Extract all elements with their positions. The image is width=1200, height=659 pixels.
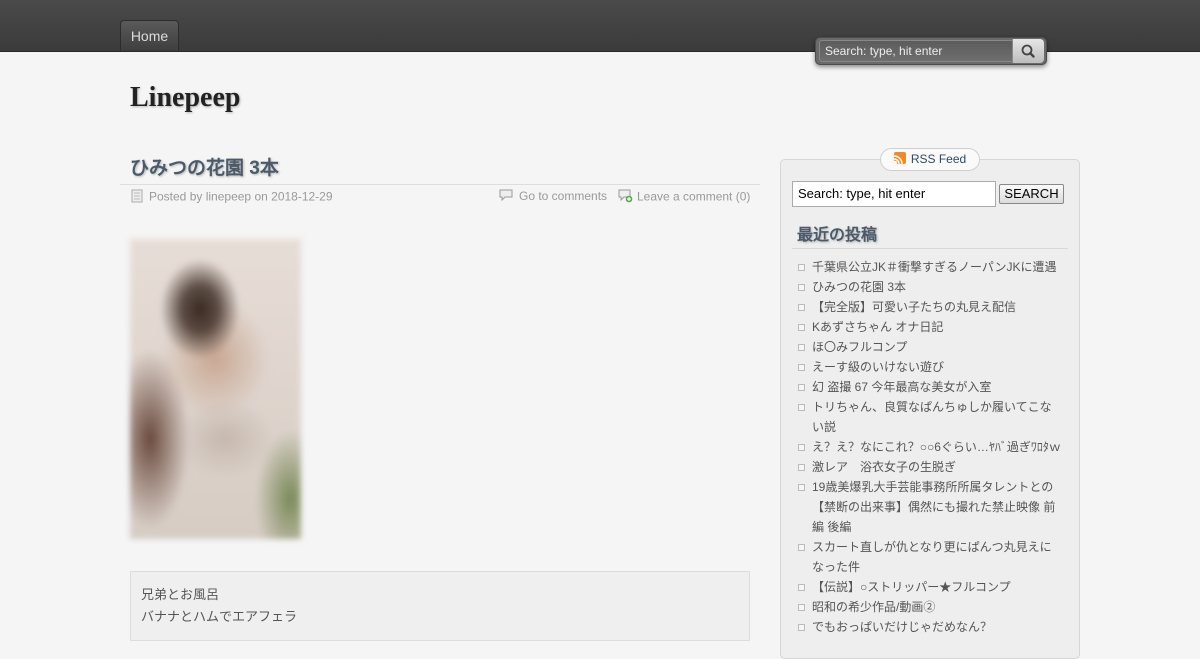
recent-post-item[interactable]: ひみつの花園 3本 [796,277,1062,297]
recent-post-item[interactable]: 【伝説】○ストリッパー★フルコンプ [796,577,1062,597]
nav-home-tab[interactable]: Home [120,20,179,51]
recent-post-item[interactable]: え？え？なにこれ？○○6ぐらい…ﾔﾊﾞ過ぎﾜﾛﾀｗ [796,437,1062,457]
recent-post-link[interactable]: 激レア 浴衣女子の生脱ぎ [812,460,956,474]
recent-post-item[interactable]: トリちゃん、良質なぱんちゅしか履いてこない説 [796,397,1062,437]
recent-posts-divider [792,248,1068,249]
post-title[interactable]: ひみつの花園 3本 [130,153,279,180]
post-content-box: 兄弟とお風呂 バナナとハムでエアフェラ [130,571,750,641]
post-meta: Posted by linepeep on 2018-12-29 [131,189,333,206]
add-comment-icon [618,189,633,206]
list-bullet-icon [798,364,805,371]
posted-by-label: Posted by [149,189,203,204]
post-content-line: 兄弟とお風呂 [141,587,220,602]
recent-post-item[interactable]: 幻 盗撮 67 今年最高な美女が入室 [796,377,1062,397]
list-bullet-icon [798,344,805,351]
post-content-line: バナナとハムでエアフェラ [141,609,298,624]
recent-post-link[interactable]: Kあずさちゃん オナ日記 [812,320,943,334]
rss-feed-label: RSS Feed [910,152,967,166]
document-icon [131,189,143,206]
recent-post-item[interactable]: 【完全版】可愛い子たちの丸見え配信 [796,297,1062,317]
list-bullet-icon [798,304,805,311]
recent-post-item[interactable]: でもおっぱいだけじゃだめなん？ [796,617,1062,637]
header-search-box: Search: type, hit enter [815,37,1047,65]
list-bullet-icon [798,444,805,451]
recent-post-link[interactable]: ほ〇みフルコンプ [812,340,907,354]
recent-post-item[interactable]: 19歳美爆乳大手芸能事務所所属タレントとの【禁断の出来事】偶然にも撮れた禁止映像… [796,477,1062,537]
recent-post-link[interactable]: えーす級のいけない遊び [812,360,944,374]
list-bullet-icon [798,584,805,591]
post-thumbnail-image[interactable] [130,239,301,539]
site-title[interactable]: Linepeep [130,82,240,114]
list-bullet-icon [798,264,805,271]
recent-post-link[interactable]: 昭和の希少作品/動画② [812,600,935,614]
leave-comment-label: Leave a comment (0) [637,189,751,204]
recent-post-link[interactable]: でもおっぱいだけじゃだめなん？ [812,620,992,634]
leave-comment-link[interactable]: Leave a comment (0) [618,189,750,206]
rss-icon [893,152,906,164]
recent-post-item[interactable]: 昭和の希少作品/動画② [796,597,1062,617]
recent-post-item[interactable]: えーす級のいけない遊び [796,357,1062,377]
recent-post-link[interactable]: え？え？なにこれ？○○6ぐらい…ﾔﾊﾞ過ぎﾜﾛﾀｗ [812,440,1061,454]
list-bullet-icon [798,404,805,411]
list-bullet-icon [798,284,805,291]
recent-post-link[interactable]: スカート直しが仇となり更にぱんつ丸見えになった件 [812,540,1052,574]
recent-post-item[interactable]: スカート直しが仇となり更にぱんつ丸見えになった件 [796,537,1062,577]
on-label: on [254,189,268,204]
rss-feed-link[interactable]: RSS Feed [880,148,980,171]
post-author-link[interactable]: linepeep [206,190,251,204]
recent-post-link[interactable]: トリちゃん、良質なぱんちゅしか履いてこない説 [812,400,1052,434]
list-bullet-icon [798,384,805,391]
recent-posts-heading: 最近の投稿 [797,227,878,244]
list-bullet-icon [798,464,805,471]
recent-post-link[interactable]: 19歳美爆乳大手芸能事務所所属タレントとの【禁断の出来事】偶然にも撮れた禁止映像… [812,480,1055,534]
recent-post-link[interactable]: 千葉県公立JK＃衝撃すぎるノーパンJKに遭遇 [812,260,1057,274]
go-to-comments-label: Go to comments [519,189,608,203]
comment-bubble-icon [499,189,513,204]
sidebar-search-input[interactable]: Search: type, hit enter [792,181,996,207]
list-bullet-icon [798,544,805,551]
recent-post-link[interactable]: 幻 盗撮 67 今年最高な美女が入室 [812,380,991,394]
magnifier-icon [1021,44,1035,58]
post-title-divider [120,184,760,185]
recent-post-item[interactable]: Kあずさちゃん オナ日記 [796,317,1062,337]
recent-post-link[interactable]: ひみつの花園 3本 [812,280,906,294]
header-search-input[interactable]: Search: type, hit enter [819,40,1014,62]
recent-post-link[interactable]: 【伝説】○ストリッパー★フルコンプ [812,580,1011,594]
go-to-comments-link[interactable]: Go to comments [499,189,607,204]
recent-posts-list: 千葉県公立JK＃衝撃すぎるノーパンJKに遭遇 ひみつの花園 3本 【完全版】可愛… [796,257,1062,637]
post-date: 2018-12-29 [271,189,333,204]
recent-post-link[interactable]: 【完全版】可愛い子たちの丸見え配信 [812,300,1016,314]
list-bullet-icon [798,324,805,331]
recent-post-item[interactable]: 激レア 浴衣女子の生脱ぎ [796,457,1062,477]
header-search-button[interactable] [1012,39,1044,63]
recent-post-item[interactable]: 千葉県公立JK＃衝撃すぎるノーパンJKに遭遇 [796,257,1062,277]
list-bullet-icon [798,484,805,491]
list-bullet-icon [798,604,805,611]
sidebar-search-button[interactable]: SEARCH [999,184,1064,204]
recent-post-item[interactable]: ほ〇みフルコンプ [796,337,1062,357]
